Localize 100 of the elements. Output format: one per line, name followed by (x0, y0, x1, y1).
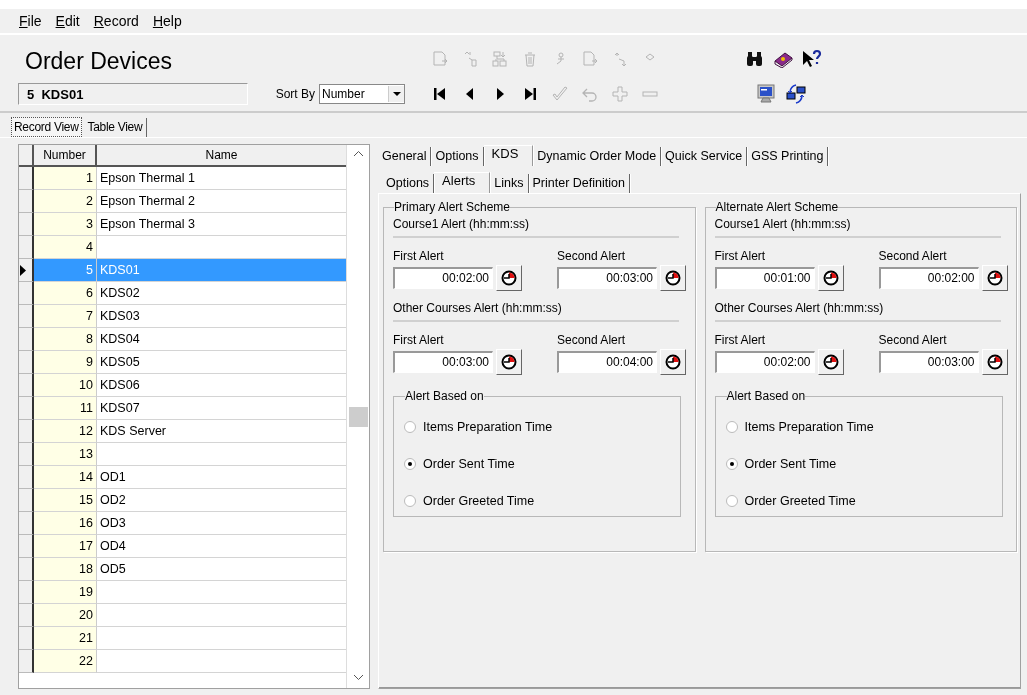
table-cell: 16 (34, 512, 97, 535)
table-cell: 9 (34, 351, 97, 374)
sync-icon[interactable] (785, 83, 807, 105)
clock-button[interactable] (496, 349, 522, 375)
scroll-thumb[interactable] (349, 407, 368, 427)
time-field[interactable]: 00:02:00 (393, 267, 493, 289)
row-header[interactable] (19, 190, 34, 213)
row-header[interactable] (19, 466, 34, 489)
time-field[interactable]: 00:01:00 (714, 267, 815, 289)
menu-item[interactable]: Help (152, 13, 182, 29)
row-header[interactable] (19, 650, 34, 673)
group-title: Alternate Alert Scheme (715, 200, 839, 214)
radio-label: Items Preparation Time (744, 419, 874, 434)
tab[interactable]: Options (431, 147, 484, 166)
row-header[interactable] (19, 213, 34, 236)
table-cell: OD3 (97, 512, 346, 535)
tab[interactable]: Links (490, 174, 529, 193)
table-cell: OD2 (97, 489, 346, 512)
section-heading: Other Courses Alert (hh:mm:ss) (714, 301, 1001, 322)
scrollbar[interactable] (346, 145, 369, 688)
table-cell: KDS05 (97, 351, 346, 374)
column-header[interactable]: Name (97, 145, 346, 165)
tab[interactable]: General (378, 147, 432, 166)
row-header[interactable] (19, 558, 34, 581)
row-header[interactable] (19, 512, 34, 535)
scroll-up-icon[interactable] (353, 151, 363, 156)
table-cell: KDS06 (97, 374, 346, 397)
clock-button[interactable] (817, 349, 844, 375)
clock-button[interactable] (660, 265, 686, 291)
scroll-down-icon[interactable] (353, 675, 363, 680)
table-cell: 3 (34, 213, 97, 236)
tab[interactable]: Options (382, 174, 435, 193)
screen-title: Order Devices (24, 46, 173, 75)
table-cell: 14 (34, 466, 97, 489)
row-header[interactable] (19, 236, 34, 259)
group-title: Alert Based on (405, 389, 484, 403)
tab[interactable]: GSS Printing (747, 147, 829, 166)
row-header[interactable] (19, 420, 34, 443)
row-header[interactable] (19, 351, 34, 374)
field-label: Second Alert (557, 333, 627, 347)
row-header[interactable] (19, 397, 34, 420)
row-header[interactable] (19, 305, 34, 328)
row-header[interactable] (19, 282, 34, 305)
clock-button[interactable] (817, 265, 844, 291)
row-header[interactable] (19, 604, 34, 627)
table-cell: 20 (34, 604, 97, 627)
radio-button[interactable] (725, 420, 738, 433)
row-header[interactable] (19, 581, 34, 604)
tab[interactable]: KDS (483, 145, 534, 166)
view-tab[interactable]: Table View (83, 118, 148, 137)
column-header[interactable]: Number (34, 145, 97, 165)
tab[interactable]: Printer Definition (528, 174, 630, 193)
menu-item[interactable]: Edit (55, 13, 80, 29)
row-header[interactable] (19, 443, 34, 466)
time-field[interactable]: 00:03:00 (393, 351, 493, 373)
clock-icon (501, 270, 517, 286)
tab[interactable]: Quick Service (661, 147, 748, 166)
table-cell: 4 (34, 236, 97, 259)
table-cell: 12 (34, 420, 97, 443)
clock-button[interactable] (496, 265, 522, 291)
help-book-icon[interactable] (773, 50, 793, 68)
row-header[interactable] (19, 259, 34, 282)
time-field[interactable]: 00:04:00 (557, 351, 657, 373)
pointer-help-icon[interactable] (801, 49, 823, 69)
time-field[interactable]: 00:03:00 (557, 267, 657, 289)
radio-button[interactable] (725, 457, 738, 470)
table-cell: KDS Server (97, 420, 346, 443)
field-label: Second Alert (557, 249, 627, 263)
table-cell: OD5 (97, 558, 346, 581)
radio-label: Order Sent Time (744, 456, 837, 471)
view-tab[interactable]: Record View (11, 117, 82, 137)
row-header[interactable] (19, 374, 34, 397)
row-header[interactable] (19, 167, 34, 190)
record-field[interactable]: 5 KDS01 (18, 83, 248, 105)
radio-button[interactable] (725, 494, 738, 507)
row-header[interactable] (19, 489, 34, 512)
clock-button[interactable] (660, 349, 686, 375)
menu-item[interactable]: Record (93, 13, 139, 29)
row-header[interactable] (19, 328, 34, 351)
tab[interactable]: Dynamic Order Mode (533, 147, 662, 166)
clock-button[interactable] (981, 265, 1008, 291)
radio-button[interactable] (404, 420, 416, 433)
menu-item[interactable]: File (19, 13, 42, 29)
table-cell: 15 (34, 489, 97, 512)
table-cell: 2 (34, 190, 97, 213)
time-field[interactable]: 00:03:00 (878, 351, 979, 373)
clock-button[interactable] (981, 349, 1008, 375)
table-cell: OD1 (97, 466, 346, 489)
tab[interactable]: Alerts (434, 172, 491, 193)
binoculars-icon[interactable] (745, 50, 765, 68)
time-field[interactable]: 00:02:00 (714, 351, 815, 373)
row-header[interactable] (19, 627, 34, 650)
time-field[interactable]: 00:02:00 (878, 267, 979, 289)
monitor-icon[interactable] (755, 83, 777, 105)
sort-by-dropdown[interactable]: Number (319, 84, 405, 104)
clock-icon (986, 354, 1003, 370)
radio-button[interactable] (404, 494, 416, 507)
radio-button[interactable] (404, 457, 416, 470)
row-header[interactable] (19, 535, 34, 558)
table-cell: 5 (34, 259, 97, 282)
